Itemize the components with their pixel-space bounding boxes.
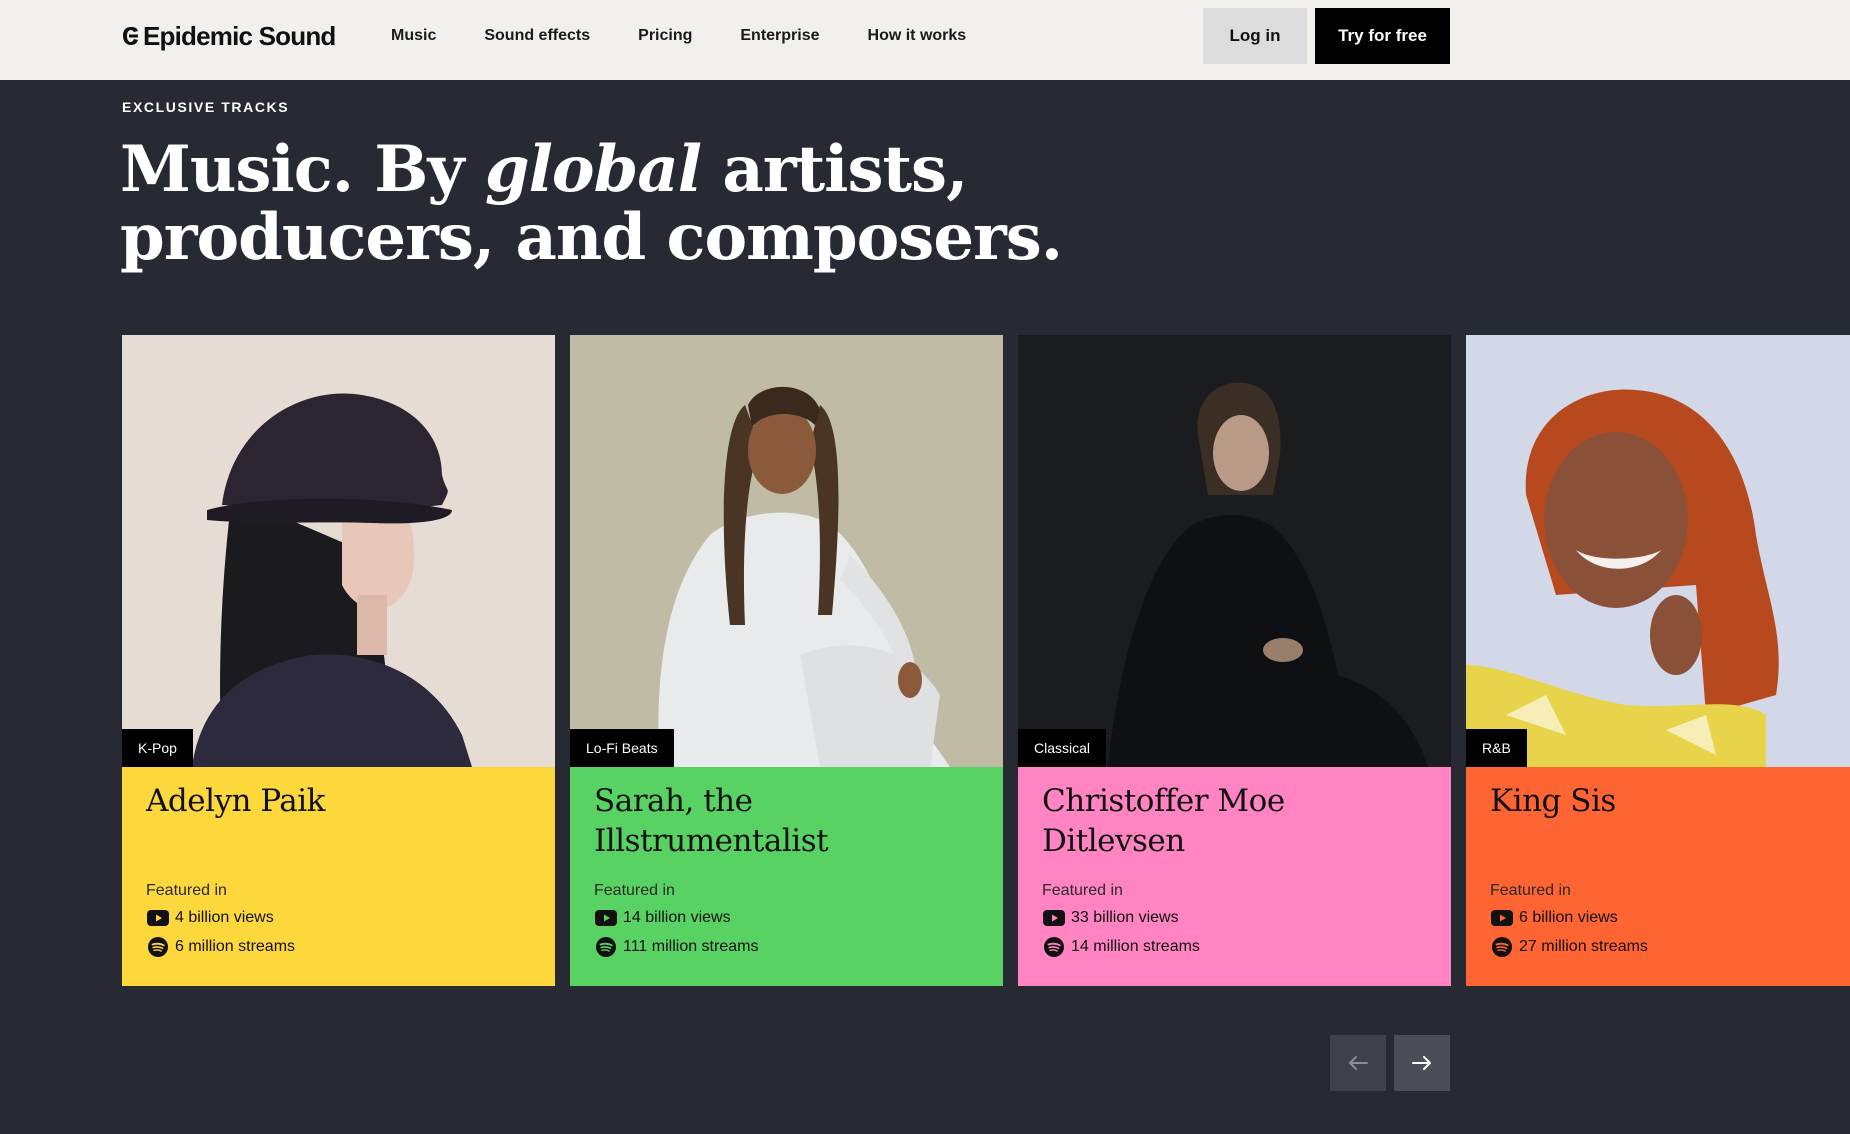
spotify-icon — [1042, 937, 1065, 957]
streams-stat: 27 million streams — [1490, 936, 1648, 958]
artist-portrait-image — [122, 335, 555, 767]
youtube-icon — [1490, 908, 1513, 928]
nav-item-pricing[interactable]: Pricing — [638, 27, 692, 45]
page: Epidemic Sound Music Sound effects Prici… — [0, 0, 1850, 1134]
artist-photo: Lo-Fi Beats — [570, 335, 1003, 767]
main-nav: Music Sound effects Pricing Enterprise H… — [391, 0, 1014, 72]
site-header: Epidemic Sound Music Sound effects Prici… — [0, 0, 1850, 80]
headline-line-2: producers, and composers. — [120, 200, 1063, 275]
headline-part-2: artists, — [701, 132, 968, 207]
carousel-next-button[interactable] — [1394, 1035, 1450, 1091]
nav-item-how-it-works[interactable]: How it works — [868, 27, 967, 45]
streams-value: 6 million streams — [175, 938, 296, 955]
artist-card[interactable]: Lo-Fi Beats Sarah, the Illstrumentalist … — [570, 335, 1003, 986]
artist-name: Adelyn Paik — [146, 783, 325, 819]
artist-portrait-image — [1018, 335, 1451, 767]
youtube-icon — [1042, 908, 1065, 928]
streams-value: 27 million streams — [1519, 938, 1648, 955]
arrow-right-icon — [1412, 1056, 1431, 1070]
artist-card[interactable]: Classical Christoffer Moe Ditlevsen Feat… — [1018, 335, 1451, 986]
headline-italic: global — [484, 132, 702, 207]
spotify-icon — [1490, 937, 1513, 957]
views-value: 33 billion views — [1071, 909, 1179, 926]
nav-item-enterprise[interactable]: Enterprise — [740, 27, 819, 45]
youtube-icon — [594, 908, 617, 928]
genre-badge: Classical — [1018, 729, 1107, 767]
login-button[interactable]: Log in — [1203, 8, 1307, 64]
spotify-icon — [146, 937, 169, 957]
nav-item-music[interactable]: Music — [391, 27, 436, 45]
card-body: King Sis Featured in 6 billion views 27 … — [1466, 767, 1850, 986]
arrow-left-icon — [1349, 1056, 1368, 1070]
views-value: 4 billion views — [175, 909, 274, 926]
artist-card[interactable]: K-Pop Adelyn Paik Featured in 4 billion … — [122, 335, 555, 986]
artist-photo: R&B — [1466, 335, 1850, 767]
featured-label: Featured in — [1042, 882, 1123, 899]
epidemic-sound-logo-icon — [123, 27, 138, 45]
try-for-free-button[interactable]: Try for free — [1315, 8, 1450, 64]
brand-name: Epidemic Sound — [143, 20, 336, 51]
headline-part-1: Music. By — [120, 132, 485, 207]
hero-headline: Music. By global artists, producers, and… — [120, 136, 1220, 272]
streams-value: 14 million streams — [1071, 938, 1200, 955]
views-stat: 33 billion views — [1042, 907, 1179, 929]
artist-photo: K-Pop — [122, 335, 555, 767]
streams-stat: 14 million streams — [1042, 936, 1200, 958]
featured-label: Featured in — [146, 882, 227, 899]
artist-card[interactable]: R&B King Sis Featured in 6 billion views… — [1466, 335, 1850, 986]
streams-stat: 6 million streams — [146, 936, 295, 958]
spotify-icon — [594, 937, 617, 957]
nav-item-sound-effects[interactable]: Sound effects — [484, 27, 590, 45]
streams-stat: 111 million streams — [594, 936, 758, 958]
genre-badge: K-Pop — [122, 729, 193, 767]
card-body: Christoffer Moe Ditlevsen Featured in 33… — [1018, 767, 1451, 986]
featured-label: Featured in — [1490, 882, 1571, 899]
streams-value: 111 million streams — [623, 938, 759, 955]
card-body: Sarah, the Illstrumentalist Featured in … — [570, 767, 1003, 986]
views-stat: 6 billion views — [1490, 907, 1618, 929]
section-eyebrow: EXCLUSIVE TRACKS — [122, 99, 290, 115]
genre-badge: R&B — [1466, 729, 1527, 767]
card-body: Adelyn Paik Featured in 4 billion views … — [122, 767, 555, 986]
artist-name: Sarah, the Illstrumentalist — [594, 783, 829, 859]
views-stat: 14 billion views — [594, 907, 731, 929]
artist-photo: Classical — [1018, 335, 1451, 767]
genre-badge: Lo-Fi Beats — [570, 729, 674, 767]
artist-portrait-image — [1466, 335, 1850, 767]
artist-name: King Sis — [1490, 783, 1616, 819]
artist-name: Christoffer Moe Ditlevsen — [1042, 783, 1285, 859]
brand-logo[interactable]: Epidemic Sound — [122, 20, 336, 52]
views-value: 14 billion views — [623, 909, 731, 926]
views-value: 6 billion views — [1519, 909, 1618, 926]
featured-label: Featured in — [594, 882, 675, 899]
youtube-icon — [146, 908, 169, 928]
carousel-prev-button[interactable] — [1330, 1035, 1386, 1091]
artist-portrait-image — [570, 335, 1003, 767]
views-stat: 4 billion views — [146, 907, 274, 929]
